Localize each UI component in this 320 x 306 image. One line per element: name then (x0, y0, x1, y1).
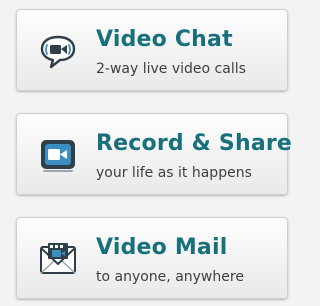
video-chat-bubble-icon (39, 32, 77, 70)
video-chat-button[interactable]: Video Chat 2-way live video calls (16, 9, 288, 91)
video-chat-subtitle: 2-way live video calls (96, 61, 246, 77)
video-mail-button[interactable]: Video Mail to anyone, anywhere (16, 217, 288, 299)
video-mail-title: Video Mail (96, 235, 228, 260)
video-mail-subtitle: to anyone, anywhere (96, 269, 244, 285)
video-chat-title: Video Chat (96, 27, 233, 52)
record-share-subtitle: your life as it happens (96, 165, 252, 181)
feature-menu: Video Chat 2-way live video calls Record… (0, 0, 306, 306)
record-share-button[interactable]: Record & Share your life as it happens (16, 113, 292, 195)
record-share-title: Record & Share (96, 131, 293, 156)
video-record-icon (39, 136, 77, 174)
video-mail-envelope-icon (39, 240, 77, 278)
